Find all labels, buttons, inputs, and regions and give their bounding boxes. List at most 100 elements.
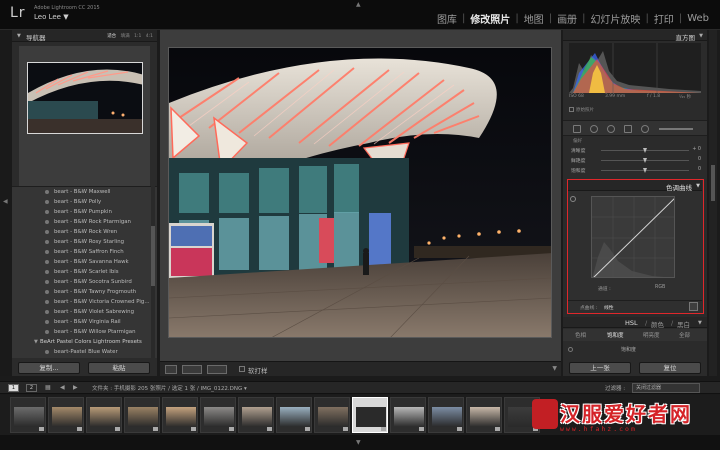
source-info[interactable]: 文件夹 : 手机摄影 205 张照片 / 选定 1 张 / IMG_0122.D…: [92, 384, 247, 392]
preset-item[interactable]: beart - B&W Saffron Finch: [12, 247, 157, 257]
preset-item[interactable]: beart - B&W Pumpkin: [12, 207, 157, 217]
radial-filter-icon[interactable]: [641, 125, 649, 133]
forward-arrow-icon[interactable]: ▶: [73, 384, 78, 391]
preset-item[interactable]: beart - B&W Willow Ptarmigan: [12, 327, 157, 337]
targeted-adjustment-icon[interactable]: [568, 347, 573, 352]
copy-settings-button[interactable]: 复制...: [18, 362, 80, 374]
right-panel-scrollbar[interactable]: [709, 30, 717, 376]
toolbar-menu-icon[interactable]: ▼: [552, 365, 557, 372]
preset-item[interactable]: beart - B&W Rosy Starling: [12, 237, 157, 247]
curve-channel-select[interactable]: RGB: [655, 285, 665, 290]
filmstrip-thumbnail[interactable]: [428, 397, 464, 433]
edit-point-curve-icon[interactable]: [689, 302, 698, 311]
navigator-preview[interactable]: [19, 46, 150, 206]
module-book[interactable]: 画册: [552, 11, 582, 26]
soft-proof-checkbox[interactable]: [239, 366, 245, 372]
loupe-view-icon[interactable]: [165, 365, 177, 374]
slider-value[interactable]: 0: [698, 167, 701, 172]
filmstrip-thumbnail[interactable]: [124, 397, 160, 433]
point-curve-select[interactable]: 线性: [604, 304, 614, 311]
filmstrip-thumbnail[interactable]: [352, 397, 388, 433]
preset-item[interactable]: beart-Pastel Blue Water: [12, 347, 157, 357]
left-panel-toggle-icon[interactable]: ◀: [3, 198, 8, 205]
preset-item[interactable]: beart - B&W Savanna Hawk: [12, 257, 157, 267]
module-library[interactable]: 图库: [432, 11, 462, 26]
zoom-1-1[interactable]: 1:1: [134, 34, 141, 39]
module-map[interactable]: 地图: [519, 11, 549, 26]
filmstrip-thumbnail[interactable]: [10, 397, 46, 433]
zoom-fill[interactable]: 填满: [121, 34, 130, 39]
top-panel-toggle-icon[interactable]: ▲: [356, 1, 361, 8]
reset-button[interactable]: 复位: [639, 362, 701, 374]
module-slideshow[interactable]: 幻灯片放映: [585, 11, 645, 26]
collapse-triangle-icon[interactable]: ▼: [17, 33, 21, 39]
presets-list[interactable]: beart - B&W Maxwell beart - B&W Polly bear…: [12, 186, 157, 358]
zoom-fit[interactable]: 适合: [107, 34, 116, 39]
filter-select[interactable]: 关闭过滤器: [632, 383, 700, 393]
slider-knob[interactable]: [642, 168, 647, 173]
preset-item[interactable]: beart - B&W Violet Sabrewing: [12, 307, 157, 317]
collapse-triangle-icon[interactable]: ▼: [699, 33, 703, 39]
before-after-icon[interactable]: [182, 365, 202, 374]
histogram-graph[interactable]: [569, 43, 701, 93]
filmstrip-thumbnail[interactable]: [200, 397, 236, 433]
tab-all[interactable]: 全部: [679, 331, 690, 339]
identity-plate[interactable]: Leo Lee ▼: [34, 13, 69, 21]
tab-hue[interactable]: 色相: [575, 331, 586, 339]
preset-item[interactable]: beart - B&W Rock Wren: [12, 227, 157, 237]
filmstrip-thumbnail[interactable]: [390, 397, 426, 433]
slider-value[interactable]: 0: [698, 157, 701, 162]
preset-item[interactable]: beart - B&W Victoria Crowned Pig...: [12, 297, 157, 307]
previous-button[interactable]: 上一张: [569, 362, 631, 374]
collapse-triangle-icon[interactable]: ▼: [698, 320, 702, 326]
crop-icon[interactable]: [573, 125, 581, 133]
main-photo[interactable]: [168, 47, 552, 338]
slider-value[interactable]: + 0: [692, 147, 701, 152]
filmstrip-thumbnail[interactable]: [162, 397, 198, 433]
module-web[interactable]: Web: [682, 13, 714, 24]
preset-item[interactable]: beart - B&W Polly: [12, 197, 157, 207]
targeted-adjustment-icon[interactable]: [570, 196, 576, 202]
tab-bw[interactable]: 黑白: [677, 319, 690, 329]
module-print[interactable]: 打印: [649, 11, 679, 26]
original-photo-toggle[interactable]: 原始照片: [569, 107, 594, 113]
secondary-window-button[interactable]: 2: [26, 384, 37, 392]
tone-curve-header[interactable]: 色调曲线 ▼: [568, 180, 702, 192]
adjustment-brush-icon[interactable]: [659, 128, 693, 130]
preset-item[interactable]: beart - B&W Socotra Sunbird: [12, 277, 157, 287]
preset-item[interactable]: beart - B&W Maxwell: [12, 187, 157, 197]
preset-folder[interactable]: ▼ BeArt Pastel Colors Lightroom Presets: [12, 337, 157, 347]
navigator-header[interactable]: ▼ 导航器 适合 填满 1:1 4:1: [12, 30, 157, 42]
red-eye-icon[interactable]: [607, 125, 615, 133]
filmstrip-thumbnail[interactable]: [466, 397, 502, 433]
primary-window-button[interactable]: 1: [8, 384, 19, 392]
filmstrip-thumbnail[interactable]: [314, 397, 350, 433]
tab-color[interactable]: 颜色: [651, 319, 664, 329]
histogram-header[interactable]: 直方图 ▼: [563, 30, 707, 42]
navigator-thumbnail[interactable]: [27, 62, 143, 134]
paste-settings-button[interactable]: 粘贴: [88, 362, 150, 374]
slider-knob[interactable]: [642, 148, 647, 153]
module-develop[interactable]: 修改照片: [465, 11, 515, 26]
bottom-panel-toggle-icon[interactable]: ▼: [356, 439, 361, 446]
tone-curve-graph[interactable]: [591, 196, 675, 278]
presets-scrollbar[interactable]: [151, 186, 155, 358]
folder-triangle-icon[interactable]: ▼: [34, 337, 38, 347]
filmstrip-thumbnail[interactable]: [86, 397, 122, 433]
grid-icon[interactable]: ▦: [45, 384, 51, 391]
filmstrip-thumbnail[interactable]: [48, 397, 84, 433]
spot-removal-icon[interactable]: [590, 125, 598, 133]
filmstrip-thumbnail[interactable]: [238, 397, 274, 433]
tab-saturation[interactable]: 饱和度: [607, 331, 624, 339]
tab-hsl[interactable]: HSL: [625, 319, 638, 327]
back-arrow-icon[interactable]: ◀: [60, 384, 65, 391]
collapse-triangle-icon[interactable]: ▼: [696, 183, 700, 189]
slider-knob[interactable]: [642, 158, 647, 163]
preset-item[interactable]: beart - B&W Tawny Frogmouth: [12, 287, 157, 297]
swap-before-after-icon[interactable]: [207, 365, 227, 374]
tab-luminance[interactable]: 明亮度: [643, 331, 660, 339]
graduated-filter-icon[interactable]: [624, 125, 632, 133]
filmstrip-thumbnail[interactable]: [276, 397, 312, 433]
zoom-4-1[interactable]: 4:1: [146, 34, 153, 39]
preset-item[interactable]: beart - B&W Scarlet Ibis: [12, 267, 157, 277]
